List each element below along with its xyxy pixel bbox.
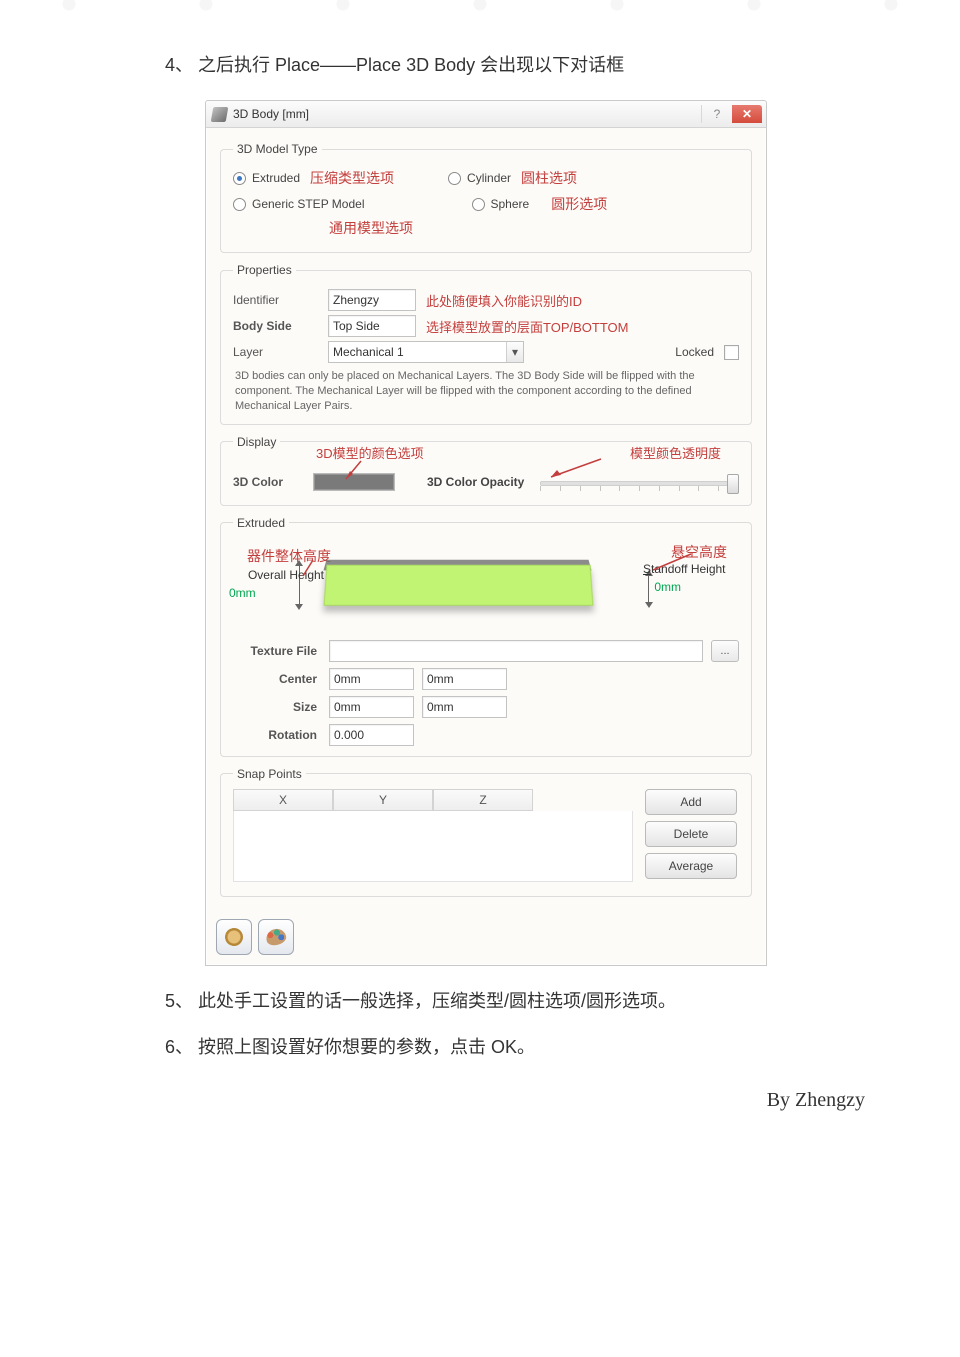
anno-standoff-height: 悬空高度 [671, 542, 727, 562]
legend-snap-points: Snap Points [233, 767, 306, 781]
field-texture-file[interactable] [329, 640, 703, 662]
label-opacity: 3D Color Opacity [427, 475, 524, 489]
radio-sphere[interactable]: Sphere [472, 197, 530, 211]
group-snap-points: Snap Points X Y Z Add Delete [220, 767, 752, 897]
combo-layer[interactable]: Mechanical 1 ▾ [328, 341, 524, 363]
radio-label: Sphere [491, 197, 530, 211]
group-extruded: Extruded 器件整体高度 悬空高度 Overall Height 0mm [220, 516, 752, 757]
anno-overall-height: 器件整体高度 [247, 546, 331, 566]
anno-generic: 通用模型选项 [329, 218, 413, 238]
legend-extruded: Extruded [233, 516, 289, 530]
value-standoff-height: 0mm [654, 580, 681, 594]
field-size-y[interactable]: 0mm [422, 696, 507, 718]
label-size: Size [233, 700, 321, 714]
snap-grid-body[interactable] [233, 811, 633, 882]
label-bodyside: Body Side [233, 319, 318, 333]
anno-identifier: 此处随便填入你能识别的ID [426, 291, 582, 310]
dialog-footer [206, 911, 766, 965]
legend-properties: Properties [233, 263, 296, 277]
label-texture-file: Texture File [233, 644, 321, 658]
label-layer: Layer [233, 345, 318, 359]
field-bodyside[interactable]: Top Side [328, 315, 416, 337]
slider-opacity[interactable] [540, 473, 739, 491]
radio-label: Cylinder [467, 171, 511, 185]
radio-label: Extruded [252, 171, 300, 185]
combo-value: Mechanical 1 [333, 345, 404, 359]
field-size-x[interactable]: 0mm [329, 696, 414, 718]
label-center: Center [233, 672, 321, 686]
palette-icon[interactable] [258, 919, 294, 955]
col-x: X [233, 789, 333, 811]
delete-button[interactable]: Delete [645, 821, 737, 847]
add-button[interactable]: Add [645, 789, 737, 815]
settings-icon[interactable] [216, 919, 252, 955]
dialog-3d-body: 3D Body [mm] ? ✕ 3D Model Type Extruded … [205, 100, 767, 966]
anno-sphere: 圆形选项 [551, 194, 607, 214]
radio-icon [448, 172, 461, 185]
label-overall-height: Overall Height [248, 568, 324, 582]
radio-generic[interactable]: Generic STEP Model [233, 197, 365, 211]
radio-extruded[interactable]: Extruded [233, 171, 300, 185]
window-title: 3D Body [mm] [233, 107, 309, 121]
label-standoff-height: tandoff Height [651, 562, 726, 576]
label-rotation: Rotation [233, 728, 321, 742]
extruded-diagram: 器件整体高度 悬空高度 Overall Height 0mm [233, 542, 739, 632]
field-center-x[interactable]: 0mm [329, 668, 414, 690]
col-z: Z [433, 789, 533, 811]
legend-display: Display [233, 435, 280, 449]
radio-icon [233, 198, 246, 211]
close-button[interactable]: ✕ [732, 105, 762, 123]
anno-bodyside: 选择模型放置的层面TOP/BOTTOM [426, 317, 628, 336]
browse-button[interactable]: ... [711, 640, 739, 662]
author-line: By Zhengzy [35, 1089, 865, 1112]
radio-cylinder[interactable]: Cylinder [448, 171, 511, 185]
radio-label: Generic STEP Model [252, 197, 365, 211]
window-titlebar: 3D Body [mm] ? ✕ [206, 101, 766, 128]
group-model-type: 3D Model Type Extruded 压缩类型选项 Cylinder 圆… [220, 142, 752, 253]
field-rotation[interactable]: 0.000 [329, 724, 414, 746]
label-locked: Locked [675, 345, 714, 359]
radio-icon [472, 198, 485, 211]
app-icon [211, 107, 229, 122]
step-4: 4、 之后执行 Place——Place 3D Body 会出现以下对话框 [165, 48, 865, 82]
properties-hint: 3D bodies can only be placed on Mechanic… [235, 369, 737, 414]
color-picker[interactable] [313, 473, 395, 491]
group-properties: Properties Identifier Zhengzy 此处随便填入你能识别… [220, 263, 752, 425]
radio-icon [233, 172, 246, 185]
field-identifier[interactable]: Zhengzy [328, 289, 416, 311]
help-button[interactable]: ? [701, 105, 732, 123]
snap-header-row: X Y Z [233, 789, 633, 811]
anno-coloropt: 3D模型的颜色选项 [316, 443, 424, 462]
chevron-down-icon: ▾ [506, 342, 523, 362]
field-center-y[interactable]: 0mm [422, 668, 507, 690]
label-identifier: Identifier [233, 293, 318, 307]
legend-model-type: 3D Model Type [233, 142, 322, 156]
standoff-underline: S [643, 562, 651, 576]
anno-extruded: 压缩类型选项 [310, 168, 394, 188]
average-button[interactable]: Average [645, 853, 737, 879]
step-6: 6、 按照上图设置好你想要的参数，点击 OK。 [165, 1030, 865, 1064]
anno-cylinder: 圆柱选项 [521, 168, 577, 188]
step-5: 5、 此处手工设置的话一般选择，压缩类型/圆柱选项/圆形选项。 [165, 984, 865, 1018]
col-y: Y [333, 789, 433, 811]
group-display: Display 3D模型的颜色选项 模型颜色透明度 3D Color 3D Co… [220, 435, 752, 506]
value-overall-height: 0mm [229, 586, 256, 600]
anno-opacity: 模型颜色透明度 [630, 443, 721, 462]
label-3d-color: 3D Color [233, 475, 303, 489]
checkbox-locked[interactable] [724, 345, 739, 360]
